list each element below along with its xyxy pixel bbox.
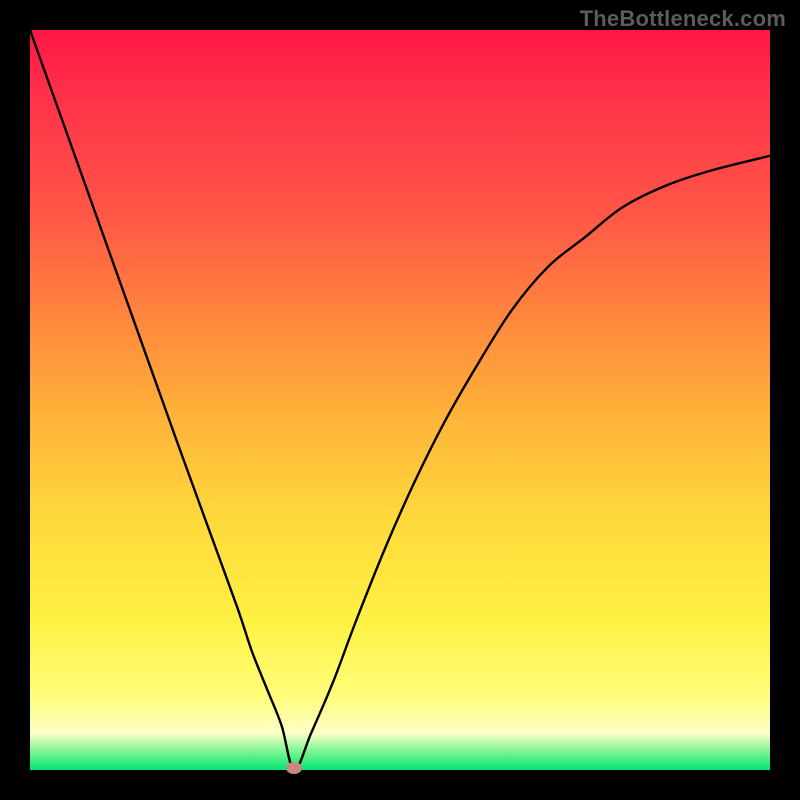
chart-frame: TheBottleneck.com	[0, 0, 800, 800]
watermark-text: TheBottleneck.com	[580, 6, 786, 32]
minimum-marker	[286, 762, 302, 774]
gradient-background	[30, 30, 770, 770]
